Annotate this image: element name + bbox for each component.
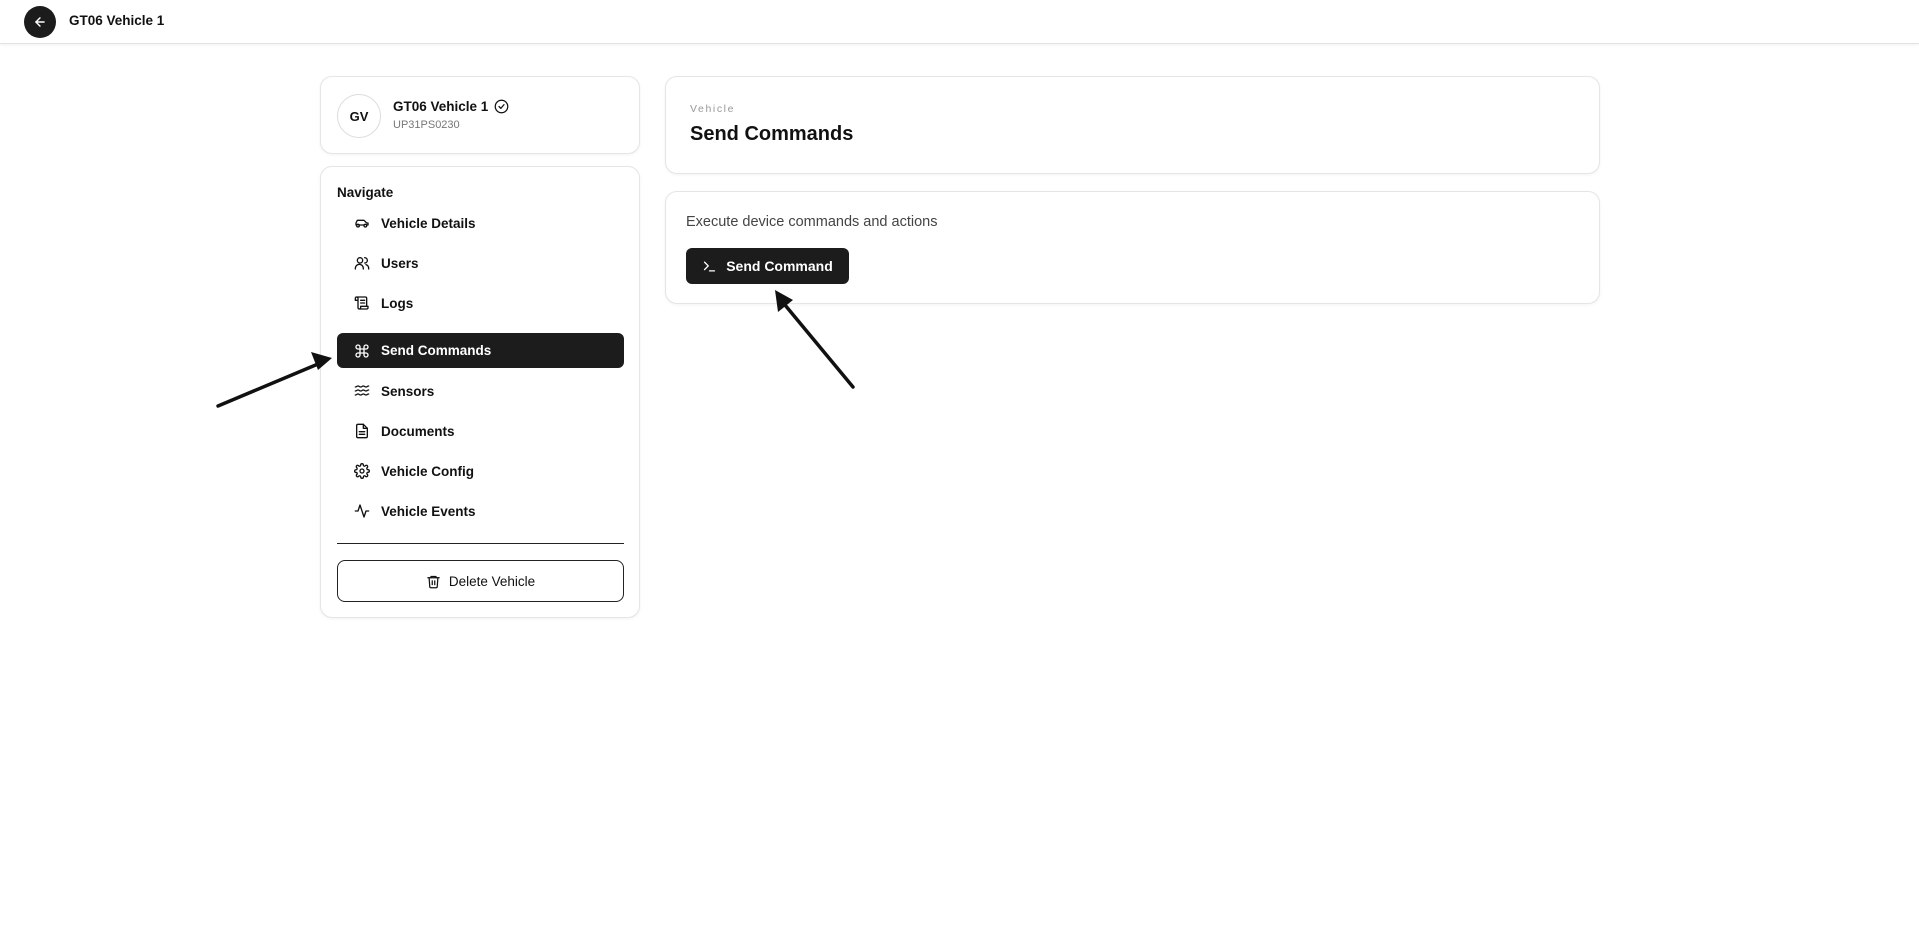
nav-item-label: Vehicle Config xyxy=(381,463,475,479)
page-eyebrow: Vehicle xyxy=(690,103,736,115)
nav-item-vehicle-config[interactable]: Vehicle Config xyxy=(337,453,624,489)
users-icon xyxy=(353,254,371,272)
nav-item-label: Documents xyxy=(381,423,455,439)
send-command-label: Send Command xyxy=(726,258,833,274)
vehicle-summary-card: GV GT06 Vehicle 1 UP31PS0230 xyxy=(320,76,640,154)
delete-vehicle-label: Delete Vehicle xyxy=(448,573,536,589)
terminal-icon xyxy=(704,261,716,271)
page-header-card: Vehicle Send Commands xyxy=(665,76,1600,174)
command-icon xyxy=(353,342,371,360)
commands-description: Execute device commands and actions xyxy=(686,214,938,230)
nav-item-label: Vehicle Details xyxy=(381,215,476,231)
delete-vehicle-button[interactable]: Delete Vehicle xyxy=(337,560,624,602)
nav-item-label: Vehicle Events xyxy=(381,503,476,519)
activity-icon xyxy=(353,502,371,520)
nav-item-label: Users xyxy=(381,255,419,271)
commands-card: Execute device commands and actions Send… xyxy=(665,191,1600,304)
nav-item-label: Send Commands xyxy=(381,343,492,358)
vehicle-name-row: GT06 Vehicle 1 xyxy=(393,99,509,114)
nav-item-label: Logs xyxy=(381,295,414,311)
nav-item-vehicle-events[interactable]: Vehicle Events xyxy=(337,493,624,529)
navigation-card: Navigate Vehicle Details Users Logs Send… xyxy=(320,166,640,618)
check-circle-icon xyxy=(494,99,509,114)
nav-item-logs[interactable]: Logs xyxy=(337,285,624,321)
arrow-left-icon xyxy=(35,17,45,27)
arrow-to-send-command-button xyxy=(775,290,855,389)
send-command-button[interactable]: Send Command xyxy=(686,248,849,284)
top-bar-title: GT06 Vehicle 1 xyxy=(69,13,165,28)
file-text-icon xyxy=(353,422,371,440)
nav-item-label: Sensors xyxy=(381,383,435,399)
trash-icon xyxy=(427,575,440,588)
vehicle-name: GT06 Vehicle 1 xyxy=(393,99,489,114)
vehicle-plate: UP31PS0230 xyxy=(393,119,460,131)
nav-item-documents[interactable]: Documents xyxy=(337,413,624,449)
top-bar: GT06 Vehicle 1 xyxy=(0,0,1919,44)
nav-item-users[interactable]: Users xyxy=(337,245,624,281)
gear-icon xyxy=(353,462,371,480)
nav-item-send-commands[interactable]: Send Commands xyxy=(337,333,624,368)
nav-item-sensors[interactable]: Sensors xyxy=(337,373,624,409)
nav-heading: Navigate xyxy=(337,185,394,200)
nav-item-vehicle-details[interactable]: Vehicle Details xyxy=(337,205,624,241)
back-button[interactable] xyxy=(24,6,56,38)
waves-icon xyxy=(353,382,371,400)
scroll-icon xyxy=(353,294,371,312)
nav-divider xyxy=(337,543,624,544)
vehicle-avatar: GV xyxy=(337,94,381,138)
page-title: Send Commands xyxy=(690,123,854,145)
car-icon xyxy=(353,214,371,232)
arrow-to-send-commands-nav xyxy=(216,352,332,408)
